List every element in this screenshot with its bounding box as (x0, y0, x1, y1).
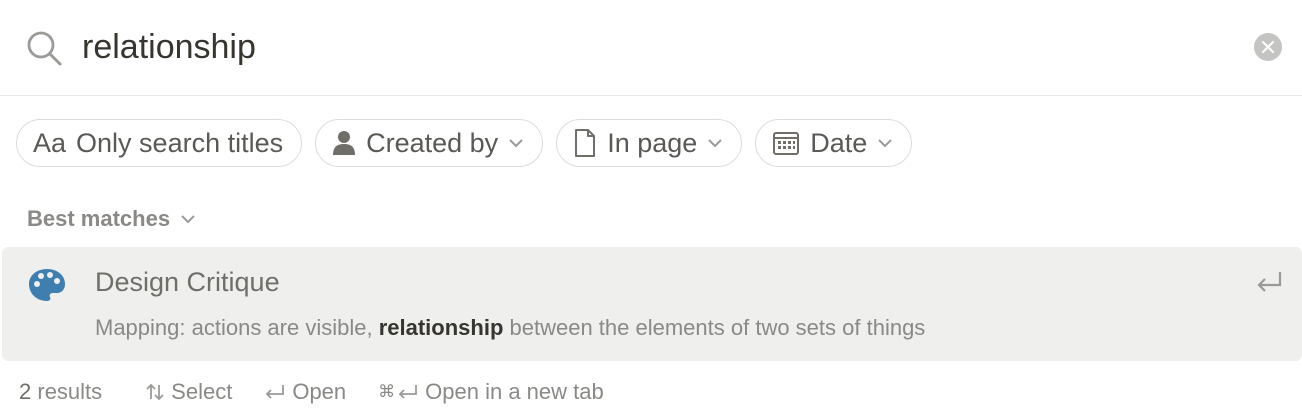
snippet-match: relationship (378, 315, 504, 340)
filter-date[interactable]: Date (755, 119, 913, 167)
calendar-icon (772, 130, 800, 156)
clear-button[interactable] (1254, 33, 1282, 61)
snippet-text: Mapping: actions are visible, (95, 315, 379, 340)
result-snippet: Mapping: actions are visible, relationsh… (95, 315, 925, 341)
chevron-down-icon (180, 214, 196, 224)
search-result-row[interactable]: Design Critique Mapping: actions are vis… (2, 247, 1302, 361)
filter-in-page[interactable]: In page (556, 119, 743, 167)
search-bar (0, 0, 1302, 96)
open-hint-label: Open (292, 379, 347, 404)
best-matches-header[interactable]: Best matches (27, 204, 196, 234)
page-icon (573, 128, 597, 158)
filter-label: Created by (366, 127, 499, 158)
enter-icon (266, 385, 285, 399)
open-new-tab-hint: ⌘ Open in a new tab (378, 379, 604, 405)
text-icon: Aa (33, 127, 67, 158)
enter-icon (398, 385, 418, 399)
results-count-number: 2 (19, 379, 32, 404)
select-hint: Select (145, 379, 232, 405)
filter-bar: Aa Only search titles Created by In page (16, 119, 913, 167)
enter-icon (1257, 272, 1282, 292)
filter-label: Date (810, 127, 868, 158)
footer: 2 results Select Open ⌘ Open in a new ta… (0, 366, 1302, 418)
results-count: 2 results (19, 379, 102, 405)
section-label: Best matches (27, 206, 171, 231)
chevron-down-icon (707, 138, 723, 148)
filter-created-by[interactable]: Created by (315, 119, 544, 167)
search-input[interactable] (82, 22, 1222, 72)
result-title: Design Critique (95, 267, 280, 297)
chevron-down-icon (508, 138, 524, 148)
filter-label: In page (607, 127, 698, 158)
up-down-arrows-icon (146, 383, 164, 401)
results-count-label: results (31, 379, 103, 404)
search-icon (27, 31, 62, 66)
command-icon: ⌘ (378, 382, 396, 402)
chevron-down-icon (877, 138, 893, 148)
filter-only-search-titles[interactable]: Aa Only search titles (16, 119, 303, 167)
open-hint: Open (264, 379, 346, 405)
filter-label: Only search titles (76, 127, 284, 158)
palette-icon (29, 269, 65, 301)
person-icon (332, 130, 356, 156)
clear-icon (1261, 40, 1275, 54)
select-hint-label: Select (171, 379, 233, 404)
snippet-text: between the elements of two sets of thin… (503, 315, 926, 340)
open-new-tab-label: Open in a new tab (425, 379, 604, 404)
